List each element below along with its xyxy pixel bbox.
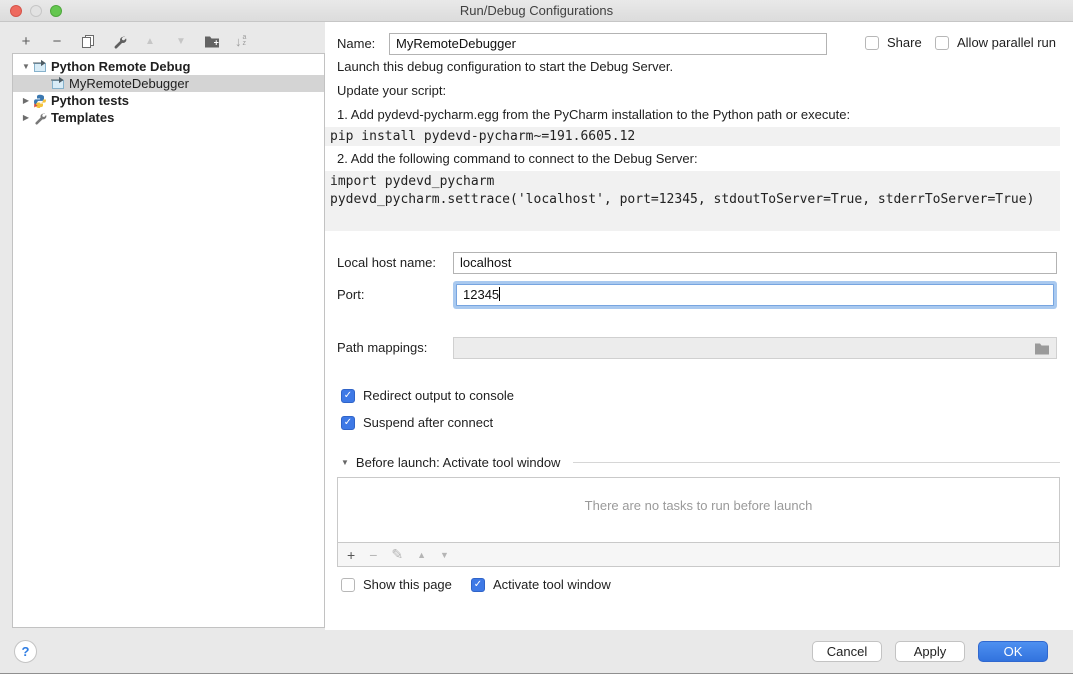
cancel-button[interactable]: Cancel: [812, 641, 882, 662]
local-host-label: Local host name:: [337, 252, 436, 273]
ok-button[interactable]: OK: [978, 641, 1048, 662]
title-bar[interactable]: Run/Debug Configurations: [0, 0, 1073, 22]
chevron-right-icon[interactable]: ▶: [21, 96, 31, 105]
svg-text:+: +: [214, 38, 219, 48]
chevron-right-icon[interactable]: ▶: [21, 113, 31, 122]
show-this-page-label: Show this page: [363, 577, 452, 592]
edit-defaults-wrench-icon[interactable]: [111, 33, 127, 49]
tree-item-python-tests[interactable]: ▶ Python tests: [13, 92, 324, 109]
allow-parallel-run-checkbox[interactable]: [935, 36, 949, 50]
move-up-button[interactable]: ▲: [142, 33, 158, 49]
move-down-button[interactable]: ▼: [173, 33, 189, 49]
section-divider: [573, 462, 1060, 463]
suspend-after-connect-checkbox[interactable]: ✓: [341, 416, 355, 430]
pip-install-command: pip install pydevd-pycharm~=191.6605.12: [325, 127, 1060, 146]
redirect-output-label: Redirect output to console: [363, 388, 514, 403]
before-launch-title: Before launch: Activate tool window: [356, 455, 561, 470]
collapse-section-icon[interactable]: ▼: [341, 458, 349, 467]
activate-tool-window-checkbox[interactable]: ✓: [471, 578, 485, 592]
remove-configuration-button[interactable]: −: [49, 33, 65, 49]
tree-item-templates[interactable]: ▶ Templates: [13, 109, 324, 126]
apply-button[interactable]: Apply: [895, 641, 965, 662]
show-this-page-checkbox[interactable]: [341, 578, 355, 592]
configurations-tree: ▼ Python Remote Debug MyRemoteDebugger ▶…: [12, 53, 325, 628]
window-title: Run/Debug Configurations: [0, 0, 1073, 22]
edit-task-pencil-icon[interactable]: ✎: [391, 546, 403, 563]
run-debug-configurations-dialog: Run/Debug Configurations + − ▲ ▼ + ↓ az …: [0, 0, 1073, 674]
port-label: Port:: [337, 284, 364, 305]
chevron-down-icon[interactable]: ▼: [21, 62, 31, 71]
allow-parallel-checkbox-row: Allow parallel run: [935, 35, 1056, 50]
allow-parallel-run-label: Allow parallel run: [957, 35, 1056, 50]
share-label: Share: [887, 35, 922, 50]
local-host-input[interactable]: localhost: [453, 252, 1057, 274]
add-task-button[interactable]: +: [347, 547, 355, 563]
share-checkbox[interactable]: [865, 36, 879, 50]
settrace-code-block: import pydevd_pycharm pydevd_pycharm.set…: [325, 171, 1060, 231]
path-mappings-label: Path mappings:: [337, 337, 427, 358]
remote-debug-icon: [49, 76, 67, 91]
path-mappings-input[interactable]: [453, 337, 1057, 359]
suspend-after-connect-row: ✓ Suspend after connect: [341, 415, 493, 430]
copy-configuration-icon[interactable]: [80, 33, 96, 49]
move-task-down-button[interactable]: ▼: [440, 550, 449, 560]
move-task-up-button[interactable]: ▲: [417, 550, 426, 560]
browse-folder-icon[interactable]: [1034, 341, 1050, 361]
launch-instruction-text: Launch this debug configuration to start…: [337, 58, 673, 76]
configurations-toolbar: + − ▲ ▼ + ↓ az: [18, 30, 246, 52]
redirect-output-checkbox[interactable]: ✓: [341, 389, 355, 403]
remove-task-button[interactable]: −: [369, 547, 377, 563]
port-input[interactable]: 12345: [456, 284, 1054, 306]
show-this-page-row: Show this page: [341, 577, 452, 592]
step1-text: 1. Add pydevd-pycharm.egg from the PyCha…: [337, 106, 850, 124]
step2-text: 2. Add the following command to connect …: [337, 150, 698, 168]
suspend-after-connect-label: Suspend after connect: [363, 415, 493, 430]
templates-wrench-icon: [31, 111, 49, 125]
code-line-import: import pydevd_pycharm: [330, 173, 1060, 191]
share-checkbox-row: Share: [865, 35, 922, 50]
tree-item-myremotedebugger[interactable]: MyRemoteDebugger: [13, 75, 324, 92]
before-launch-section-header[interactable]: ▼ Before launch: Activate tool window: [341, 455, 1060, 470]
help-button[interactable]: ?: [14, 640, 37, 663]
empty-tasks-text: There are no tasks to run before launch: [585, 498, 813, 513]
text-cursor: [499, 287, 500, 301]
name-input[interactable]: MyRemoteDebugger: [389, 33, 827, 55]
before-launch-task-list[interactable]: There are no tasks to run before launch: [337, 477, 1060, 543]
code-line-settrace: pydevd_pycharm.settrace('localhost', por…: [330, 191, 1060, 209]
activate-tool-window-row: ✓ Activate tool window: [471, 577, 611, 592]
task-list-toolbar: + − ✎ ▲ ▼: [337, 543, 1060, 567]
name-label: Name:: [337, 33, 375, 54]
activate-tool-window-label: Activate tool window: [493, 577, 611, 592]
dialog-buttons: Cancel Apply OK: [812, 641, 1048, 662]
remote-debug-icon: [31, 59, 49, 74]
configuration-editor-panel: Name: MyRemoteDebugger Share Allow paral…: [325, 22, 1073, 630]
sort-configurations-icon[interactable]: ↓ az: [235, 34, 246, 49]
tree-item-python-remote-debug[interactable]: ▼ Python Remote Debug: [13, 58, 324, 75]
add-configuration-button[interactable]: +: [18, 33, 34, 49]
redirect-output-row: ✓ Redirect output to console: [341, 388, 514, 403]
update-script-text: Update your script:: [337, 82, 446, 100]
new-folder-icon[interactable]: +: [204, 33, 220, 49]
python-tests-icon: [31, 94, 49, 108]
